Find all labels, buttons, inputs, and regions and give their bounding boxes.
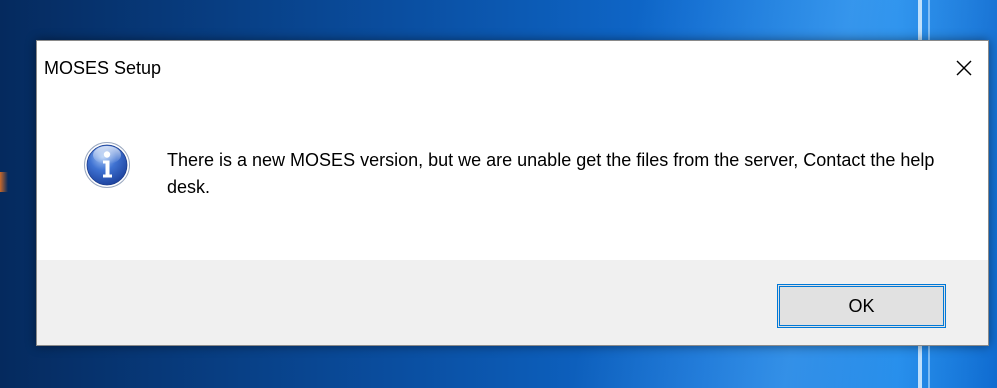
message-text: There is a new MOSES version, but we are…	[167, 150, 935, 197]
close-icon	[956, 60, 972, 76]
dialog-content: There is a new MOSES version, but we are…	[37, 95, 988, 260]
message-dialog: MOSES Setup There is a new MOSES version…	[36, 40, 989, 346]
wallpaper-glint	[0, 172, 8, 192]
title-bar[interactable]: MOSES Setup	[37, 41, 988, 95]
info-icon	[84, 142, 130, 188]
ok-button[interactable]: OK	[777, 284, 946, 328]
dialog-footer: OK	[37, 260, 988, 345]
close-button[interactable]	[940, 41, 988, 95]
window-title: MOSES Setup	[44, 58, 162, 78]
